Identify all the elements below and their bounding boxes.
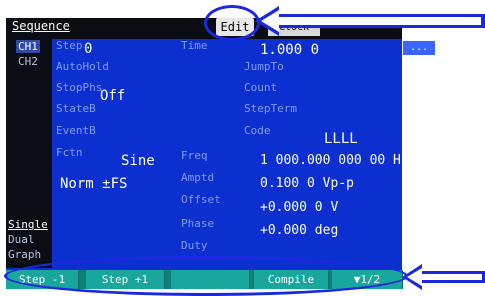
page-title: Sequence [12,19,70,33]
stopphs-value[interactable]: Off [100,88,125,104]
stateb-label: StateB [56,102,96,115]
fctn-label: Fctn [56,146,83,159]
instrument-screen: Sequence Edit Clock CH1 CH2 Single Dual … [6,18,449,289]
stepterm-label: StepTerm [244,102,297,115]
autohold-label: AutoHold [56,60,109,73]
time-label: Time [181,39,208,52]
top-bar: Sequence Edit Clock [6,18,402,39]
channel-ch1[interactable]: CH1 [16,40,40,53]
offset-value[interactable]: +0.000 0 V [260,200,338,215]
softkey-step-minus[interactable]: Step -1 [6,270,79,289]
phase-value[interactable]: +0.000 deg [260,223,338,238]
edit-button[interactable]: Edit [216,18,254,36]
amptd-value[interactable]: 0.100 0 Vp-p [260,176,354,191]
offset-mode[interactable]: Const [410,200,449,215]
freq-mode[interactable]: Const [402,153,441,168]
softkey-compile[interactable]: Compile [254,270,329,289]
code-value[interactable]: LLLL [324,131,358,147]
count-label: Count [244,81,278,94]
channel-sidebar: CH1 CH2 Single Dual Graph [6,39,52,268]
time-value[interactable]: 1.000 0 [260,42,319,58]
stopphs-label: StopPhs [56,81,103,94]
offset-label: Offset [181,193,221,206]
freq-label: Freq [181,149,208,162]
phase-label: Phase [181,217,215,230]
more-button[interactable]: ... [403,41,435,55]
softkey-bar: Step -1 Step +1 Compile ▼1/2 [6,270,403,289]
fctn-value[interactable]: Sine [121,153,155,169]
range-value[interactable]: Norm ±FS [60,176,127,192]
arrow-icon-softkeys [402,264,485,290]
clock-tab[interactable]: Clock [268,20,320,36]
duty-label: Duty [181,239,208,252]
mode-single[interactable]: Single [8,218,48,231]
jumpto-label: JumpTo [244,60,284,73]
amptd-label: Amptd [181,171,215,184]
freq-value[interactable]: 1 000.000 000 00 H [260,153,401,168]
mode-dual[interactable]: Dual [8,233,35,246]
softkey-empty[interactable] [171,270,250,289]
softkey-page[interactable]: ▼1/2 [332,270,403,289]
step-label: Step [56,39,83,52]
mode-graph[interactable]: Graph [8,248,41,261]
softkey-step-plus[interactable]: Step +1 [86,270,165,289]
code-label: Code [244,124,271,137]
step-value[interactable]: 0 [84,41,92,57]
eventb-label: EventB [56,124,96,137]
channel-ch2[interactable]: CH2 [18,55,38,68]
phase-mode[interactable]: Const [410,223,449,238]
amptd-mode[interactable]: Const [410,176,449,191]
